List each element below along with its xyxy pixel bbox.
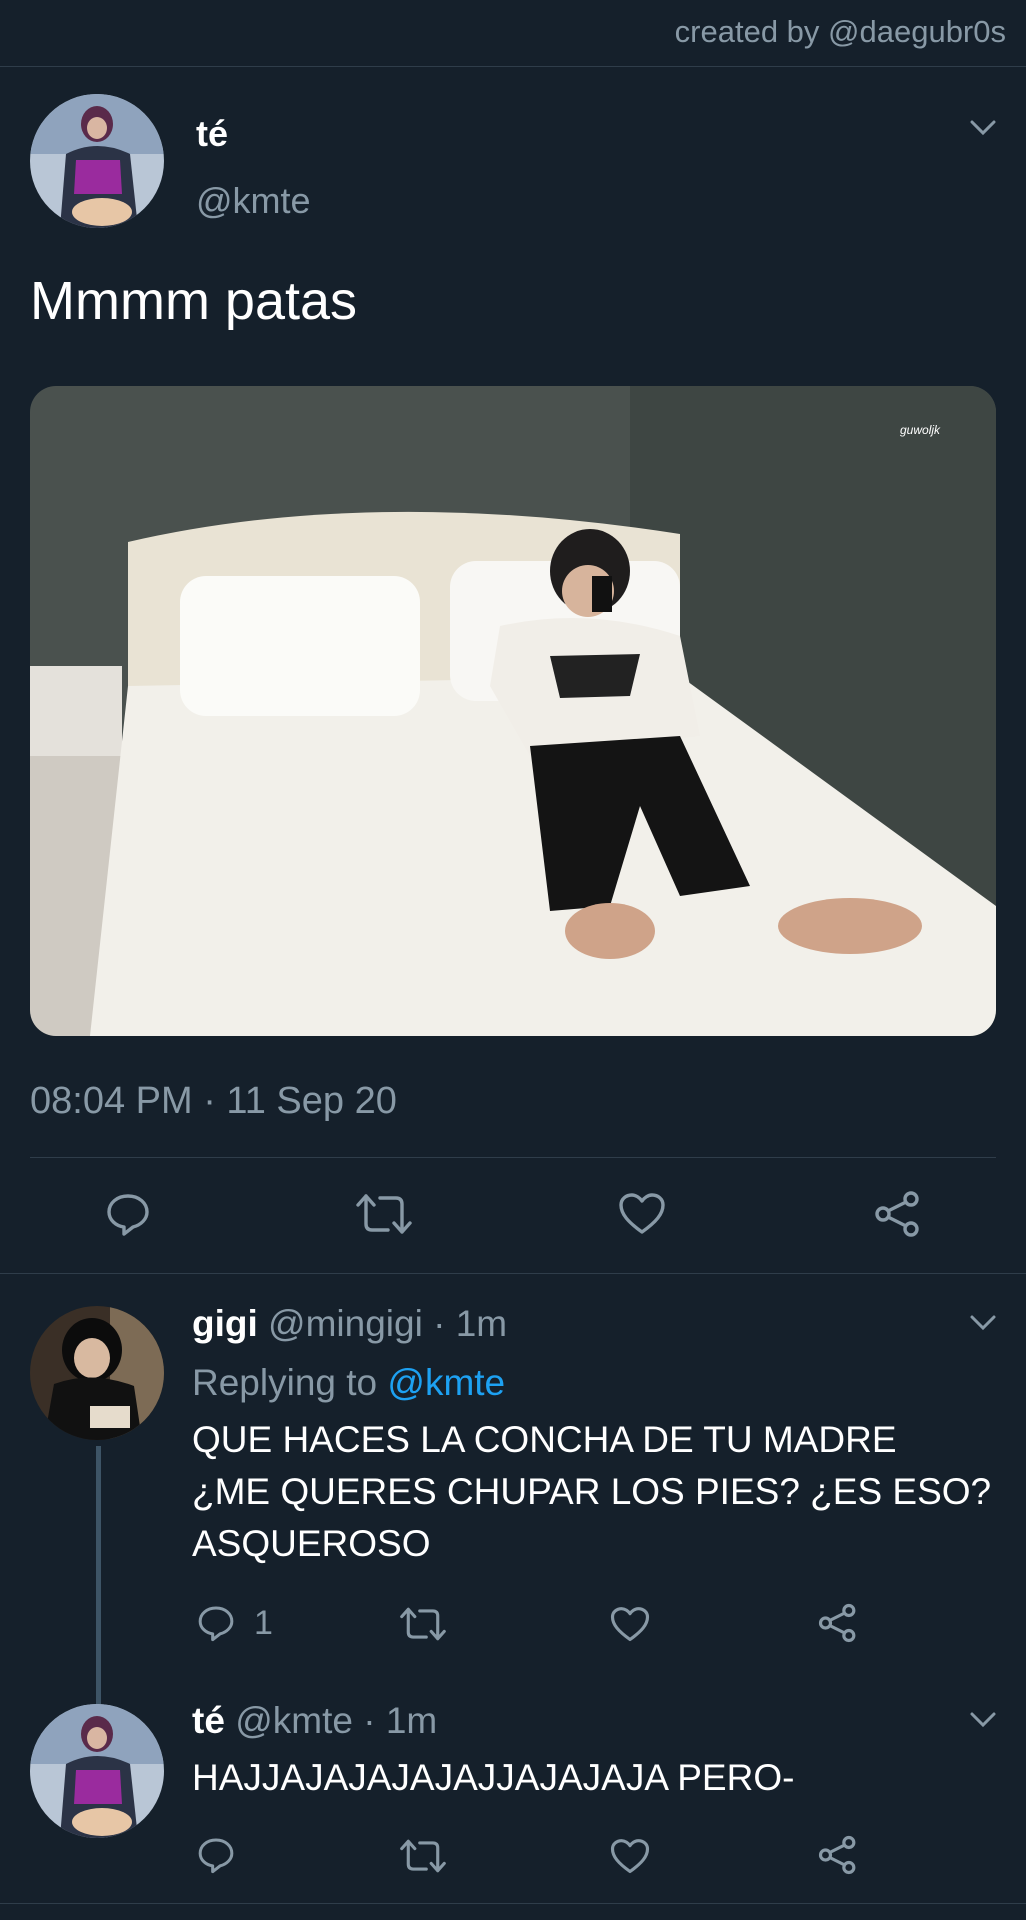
avatar-te[interactable] bbox=[30, 1704, 164, 1838]
heart-icon[interactable] bbox=[618, 1192, 666, 1236]
header-divider bbox=[0, 66, 1026, 67]
heart-icon[interactable] bbox=[610, 1606, 650, 1643]
chevron-down-icon[interactable] bbox=[968, 1313, 998, 1338]
avatar-gigi[interactable] bbox=[30, 1306, 164, 1440]
reply-2-header: té @kmte · 1m bbox=[192, 1700, 437, 1742]
reply-icon[interactable] bbox=[196, 1603, 236, 1643]
avatar-te[interactable] bbox=[30, 94, 164, 228]
photo-watermark: guwoljk bbox=[900, 423, 941, 437]
tweet-timestamp: 08:04 PM · 11 Sep 20 bbox=[30, 1080, 397, 1122]
author-handle[interactable]: @kmte bbox=[196, 180, 311, 222]
reply-1-line-1: QUE HACES LA CONCHA DE TU MADRE bbox=[192, 1419, 897, 1460]
reply-icon[interactable] bbox=[104, 1190, 152, 1238]
share-icon[interactable] bbox=[818, 1835, 858, 1875]
tweet-photo[interactable]: guwoljk bbox=[30, 386, 996, 1036]
reply-2-text: HAJJAJAJAJAJAJJAJAJAJA PERO- bbox=[192, 1752, 794, 1804]
replying-prefix: Replying to bbox=[192, 1362, 378, 1403]
reply-1-header: gigi @mingigi · 1m bbox=[192, 1303, 507, 1345]
actions-divider bbox=[0, 1273, 1026, 1274]
replying-to-link[interactable]: @kmte bbox=[387, 1362, 505, 1403]
heart-icon[interactable] bbox=[610, 1838, 650, 1875]
reply-1-name[interactable]: gigi bbox=[192, 1303, 258, 1344]
reply-1-line-2: ¿ME QUERES CHUPAR LOS PIES? ¿ES ESO? bbox=[192, 1471, 992, 1512]
author-name[interactable]: té bbox=[196, 113, 228, 155]
timestamp-divider bbox=[30, 1157, 996, 1158]
reply-1-time: · 1m bbox=[433, 1303, 508, 1344]
reply-2-time: · 1m bbox=[363, 1700, 438, 1741]
reply-1-line-3: ASQUEROSO bbox=[192, 1523, 431, 1564]
reply-2-name[interactable]: té bbox=[192, 1700, 225, 1741]
bottom-divider bbox=[0, 1903, 1026, 1904]
replying-to-line: Replying to @kmte bbox=[192, 1362, 505, 1404]
share-icon[interactable] bbox=[818, 1603, 858, 1643]
tweet-text: Mmmm patas bbox=[30, 271, 358, 331]
reply-icon[interactable] bbox=[196, 1835, 236, 1875]
reply-2-handle[interactable]: @kmte bbox=[235, 1700, 353, 1741]
reply-count: 1 bbox=[254, 1604, 273, 1642]
reply-2-line-1: HAJJAJAJAJAJAJJAJAJAJA PERO- bbox=[192, 1757, 795, 1798]
retweet-icon[interactable] bbox=[400, 1606, 446, 1642]
retweet-icon[interactable] bbox=[356, 1192, 412, 1236]
chevron-down-icon[interactable] bbox=[968, 1710, 998, 1735]
share-icon[interactable] bbox=[874, 1190, 922, 1238]
chevron-down-icon[interactable] bbox=[968, 118, 998, 143]
creator-credit: created by @daegubr0s bbox=[674, 14, 1006, 49]
reply-1-handle[interactable]: @mingigi bbox=[268, 1303, 423, 1344]
reply-1-text: QUE HACES LA CONCHA DE TU MADRE ¿ME QUER… bbox=[192, 1414, 991, 1570]
thread-line bbox=[96, 1446, 101, 1704]
retweet-icon[interactable] bbox=[400, 1838, 446, 1874]
